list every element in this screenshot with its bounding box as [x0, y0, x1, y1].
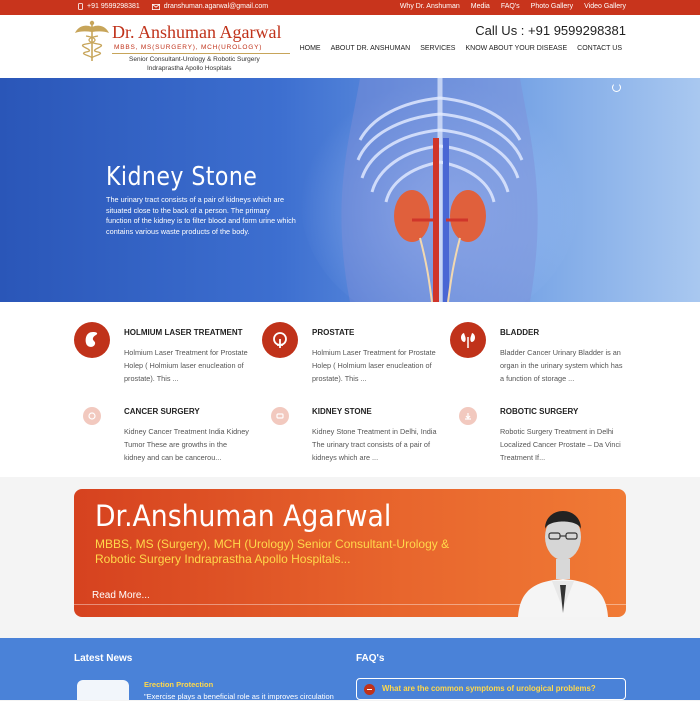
- email-icon: [151, 3, 160, 10]
- prostate-icon: [262, 322, 298, 358]
- service-desc: Holmium Laser Treatment for Prostate Hol…: [124, 348, 248, 383]
- anatomy-illustration: [300, 78, 580, 302]
- phone-contact[interactable]: +91 9599298381: [78, 3, 140, 10]
- nav-contact[interactable]: CONTACT US: [577, 45, 622, 52]
- toplink-faqs[interactable]: FAQ's: [501, 3, 520, 10]
- logo-divider: [112, 53, 290, 54]
- news-thumbnail[interactable]: [77, 680, 129, 700]
- cancer-surgery-icon: [83, 407, 101, 425]
- service-desc: Kidney Stone Treatment in Delhi, India T…: [312, 427, 437, 462]
- latest-news-heading: Latest News: [74, 653, 133, 664]
- service-desc: Robotic Surgery Treatment in Delhi Local…: [500, 427, 621, 462]
- logo-name: Dr. Anshuman Agarwal: [112, 22, 282, 42]
- call-us: Call Us : +91 9599298381: [475, 23, 626, 38]
- service-title: HOLMIUM LASER TREATMENT: [124, 328, 243, 337]
- logo-degrees: MBBS, MS(SURGERY), MCH(UROLOGY): [114, 44, 263, 51]
- logo-subtitle: Senior Consultant-Urology & Robotic Surg…: [129, 56, 260, 63]
- service-desc: Bladder Cancer Urinary Bladder is an org…: [500, 348, 623, 383]
- service-desc: Kidney Cancer Treatment India Kidney Tum…: [124, 427, 249, 462]
- hero-text: The urinary tract consists of a pair of …: [106, 195, 296, 236]
- nav-home[interactable]: HOME: [300, 45, 321, 52]
- hero-slider[interactable]: Kidney Stone The urinary tract consists …: [0, 78, 700, 302]
- news-item-title[interactable]: Erection Protection: [144, 680, 213, 689]
- banner-doctor-name: Dr.Anshuman Agarwal: [95, 499, 392, 533]
- slider-loading-icon: [612, 83, 621, 92]
- main-nav: HOME ABOUT DR. ANSHUMAN SERVICES KNOW AB…: [300, 45, 622, 52]
- doctor-banner: Dr.Anshuman Agarwal MBBS, MS (Surgery), …: [74, 489, 626, 617]
- toplink-media[interactable]: Media: [471, 3, 490, 10]
- services-section: HOLMIUM LASER TREATMENT Holmium Laser Tr…: [0, 302, 700, 477]
- toplink-why[interactable]: Why Dr. Anshuman: [400, 3, 460, 10]
- collapse-icon[interactable]: [364, 684, 375, 695]
- toplink-video-gallery[interactable]: Video Gallery: [584, 3, 626, 10]
- read-more-link[interactable]: Read More...: [92, 590, 150, 601]
- logo-hospital: Indraprastha Apollo Hospitals: [147, 65, 232, 72]
- kidney-stone-icon: [271, 407, 289, 425]
- service-title: CANCER SURGERY: [124, 407, 200, 416]
- service-title: ROBOTIC SURGERY: [500, 407, 579, 416]
- nav-services[interactable]: SERVICES: [420, 45, 455, 52]
- bottom-section: Latest News FAQ's Erection Protection "E…: [0, 638, 700, 701]
- email-contact[interactable]: dranshuman.agarwal@gmail.com: [151, 3, 269, 10]
- phone-icon: [78, 3, 83, 10]
- caduceus-icon: [75, 20, 109, 61]
- hero-title: Kidney Stone: [106, 162, 258, 192]
- bladder-icon: [450, 322, 486, 358]
- phone-text: +91 9599298381: [87, 3, 140, 10]
- service-desc: Holmium Laser Treatment for Prostate Hol…: [312, 348, 436, 383]
- faq-question: What are the common symptoms of urologic…: [382, 684, 596, 693]
- email-text: dranshuman.agarwal@gmail.com: [163, 3, 269, 10]
- service-title: KIDNEY STONE: [312, 407, 372, 416]
- robotic-surgery-icon: [459, 407, 477, 425]
- site-header: Dr. Anshuman Agarwal MBBS, MS(SURGERY), …: [0, 15, 700, 78]
- doctor-photo: [518, 511, 608, 617]
- kidney-icon: [74, 322, 110, 358]
- banner-degrees: MBBS, MS (Surgery), MCH (Urology) Senior…: [95, 537, 450, 566]
- nav-know-disease[interactable]: KNOW ABOUT YOUR DISEASE: [465, 45, 567, 52]
- service-title: BLADDER: [500, 328, 540, 337]
- toplink-photo-gallery[interactable]: Photo Gallery: [531, 3, 573, 10]
- faq-item[interactable]: What are the common symptoms of urologic…: [356, 678, 626, 700]
- nav-about[interactable]: ABOUT DR. ANSHUMAN: [331, 45, 411, 52]
- site-logo[interactable]: Dr. Anshuman Agarwal MBBS, MS(SURGERY), …: [74, 19, 294, 75]
- service-title: PROSTATE: [312, 328, 355, 337]
- top-bar: +91 9599298381 dranshuman.agarwal@gmail.…: [0, 0, 700, 15]
- faq-heading: FAQ's: [356, 653, 385, 664]
